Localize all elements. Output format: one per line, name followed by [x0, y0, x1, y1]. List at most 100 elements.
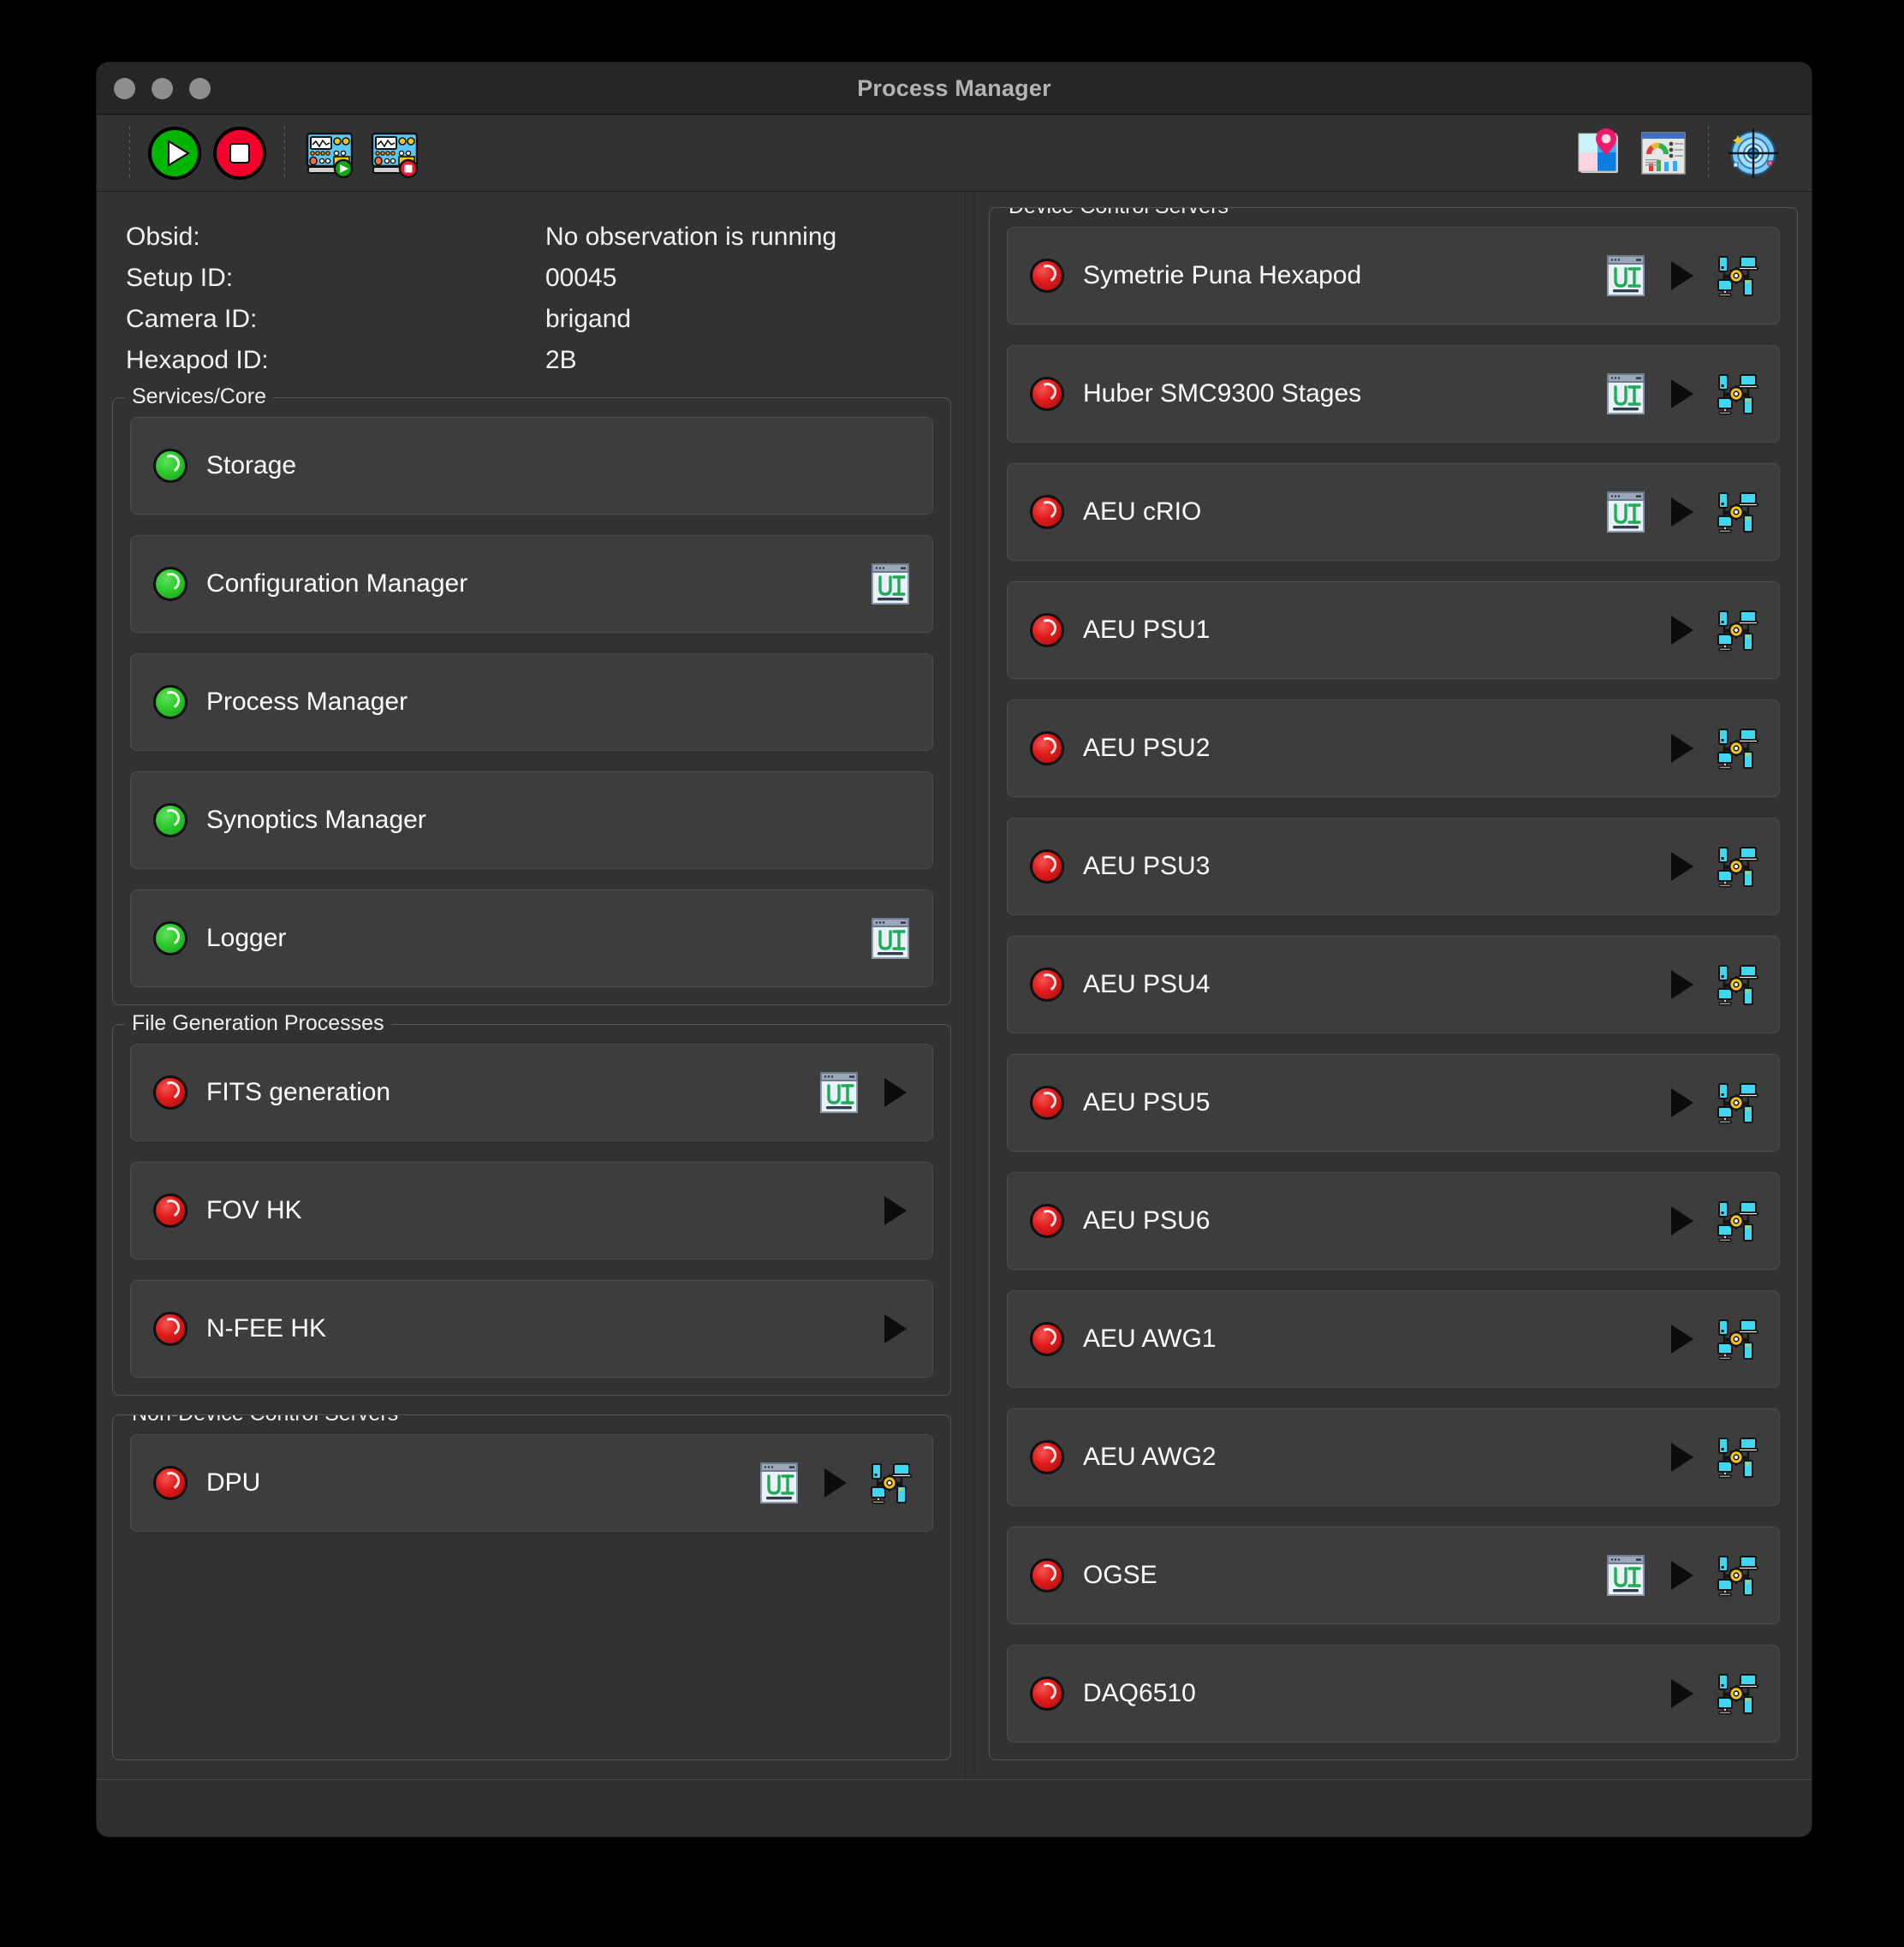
device-connection-button[interactable]	[1712, 252, 1760, 300]
row-actions	[1661, 1079, 1760, 1127]
device-connection-button[interactable]	[1712, 1551, 1760, 1599]
target-button[interactable]	[1725, 125, 1782, 182]
start-process-button[interactable]	[1661, 1319, 1700, 1359]
process-row[interactable]: N-FEE HK	[130, 1280, 933, 1378]
process-row[interactable]: FOV HK	[130, 1162, 933, 1259]
file-generation-processes-group: File Generation Processes FITS generatio…	[112, 1009, 951, 1396]
device-connection-button[interactable]	[1712, 961, 1760, 1009]
network-devices-icon	[871, 1463, 912, 1504]
process-row[interactable]: AEU PSU4	[1007, 936, 1780, 1033]
services-core-group-title: Services/Core	[125, 383, 273, 410]
services-core-list: Storage Configuration Manager Process Man…	[130, 417, 933, 987]
device-connection-button[interactable]	[1712, 1197, 1760, 1245]
process-row[interactable]: OGSE	[1007, 1527, 1780, 1624]
process-row[interactable]: DPU	[130, 1434, 933, 1532]
status-led-red	[1030, 613, 1064, 647]
status-led-red	[153, 1075, 187, 1110]
device-connection-button[interactable]	[1712, 843, 1760, 890]
row-actions	[1661, 1315, 1760, 1363]
start-process-button[interactable]	[814, 1463, 854, 1503]
network-devices-icon	[1717, 1319, 1758, 1361]
process-row[interactable]: Logger	[130, 890, 933, 987]
open-ui-button[interactable]	[1603, 489, 1649, 535]
process-row[interactable]: AEU PSU5	[1007, 1054, 1780, 1152]
process-row[interactable]: AEU AWG2	[1007, 1408, 1780, 1506]
start-process-button[interactable]	[874, 1309, 913, 1349]
process-name-label: AEU AWG1	[1083, 1325, 1217, 1353]
device-control-servers-group-title: Device Control Servers	[1002, 208, 1236, 220]
start-process-button[interactable]	[874, 1073, 913, 1112]
device-control-servers-scroll[interactable]: Symetrie Puna Hexapod Huber SMC9300 Stag…	[1007, 227, 1780, 1742]
stop-device-servers-button[interactable]	[366, 125, 423, 182]
play-triangle-icon	[1671, 379, 1693, 408]
start-process-button[interactable]	[1661, 1083, 1700, 1122]
device-connection-button[interactable]	[1712, 724, 1760, 772]
start-device-servers-button[interactable]	[301, 125, 358, 182]
stop-all-button[interactable]	[211, 125, 268, 182]
toolbar-right-group	[1566, 125, 1786, 182]
device-connection-button[interactable]	[1712, 488, 1760, 536]
panel-splitter[interactable]	[965, 192, 975, 1779]
open-ui-button[interactable]	[756, 1460, 802, 1506]
start-process-button[interactable]	[1661, 374, 1700, 414]
open-ui-button[interactable]	[1603, 371, 1649, 417]
network-devices-icon	[1717, 1201, 1758, 1242]
network-devices-icon	[1717, 256, 1758, 297]
zoom-button[interactable]	[189, 77, 211, 99]
process-row[interactable]: AEU AWG1	[1007, 1290, 1780, 1388]
start-process-button[interactable]	[1661, 1438, 1700, 1477]
start-process-button[interactable]	[874, 1191, 913, 1230]
start-process-button[interactable]	[1661, 1556, 1700, 1595]
hexapod-id-label: Hexapod ID:	[126, 346, 269, 374]
start-process-button[interactable]	[1661, 610, 1700, 650]
process-name-label: Logger	[206, 924, 287, 952]
open-ui-button[interactable]	[867, 915, 913, 962]
open-ui-button[interactable]	[816, 1069, 862, 1116]
process-row[interactable]: AEU PSU3	[1007, 818, 1780, 915]
toolbar-separator-3	[1708, 126, 1709, 180]
process-row[interactable]: Storage	[130, 417, 933, 515]
device-connection-button[interactable]	[866, 1459, 913, 1507]
close-button[interactable]	[114, 77, 135, 99]
device-connection-button[interactable]	[1712, 606, 1760, 654]
start-process-button[interactable]	[1661, 729, 1700, 768]
process-row[interactable]: Symetrie Puna Hexapod	[1007, 227, 1780, 324]
instrument-stop-icon	[371, 132, 419, 178]
process-row[interactable]: AEU PSU2	[1007, 700, 1780, 797]
start-process-button[interactable]	[1661, 492, 1700, 532]
process-row[interactable]: AEU PSU1	[1007, 581, 1780, 679]
process-row[interactable]: Huber SMC9300 Stages	[1007, 345, 1780, 443]
process-name-label: AEU AWG2	[1083, 1443, 1217, 1471]
network-devices-icon	[1717, 847, 1758, 888]
process-row[interactable]: AEU cRIO	[1007, 463, 1780, 561]
device-connection-button[interactable]	[1712, 1079, 1760, 1127]
start-process-button[interactable]	[1661, 1674, 1700, 1713]
services-core-group: Services/Core Storage Configuration Manag…	[112, 383, 951, 1005]
camera-id-value: brigand	[545, 305, 632, 333]
play-triangle-icon	[1671, 497, 1693, 527]
device-connection-button[interactable]	[1712, 370, 1760, 418]
start-process-button[interactable]	[1661, 256, 1700, 295]
process-row[interactable]: Process Manager	[130, 653, 933, 751]
toolbar-separator-2	[284, 126, 285, 180]
start-process-button[interactable]	[1661, 965, 1700, 1004]
device-connection-button[interactable]	[1712, 1315, 1760, 1363]
process-row[interactable]: DAQ6510	[1007, 1645, 1780, 1742]
process-row[interactable]: FITS generation	[130, 1044, 933, 1141]
start-process-button[interactable]	[1661, 1201, 1700, 1241]
file-generation-list: FITS generation FOV HK N-FEE HK	[130, 1044, 933, 1378]
device-connection-button[interactable]	[1712, 1433, 1760, 1481]
device-connection-button[interactable]	[1712, 1670, 1760, 1718]
process-row[interactable]: AEU PSU6	[1007, 1172, 1780, 1270]
process-row[interactable]: Configuration Manager	[130, 535, 933, 633]
start-all-button[interactable]	[146, 125, 203, 182]
minimize-button[interactable]	[152, 77, 173, 99]
start-process-button[interactable]	[1661, 847, 1700, 886]
open-ui-button[interactable]	[1603, 253, 1649, 299]
open-ui-button[interactable]	[1603, 1552, 1649, 1599]
open-ui-button[interactable]	[867, 561, 913, 607]
setup-button[interactable]	[1570, 125, 1627, 182]
process-name-label: DAQ6510	[1083, 1679, 1196, 1707]
process-row[interactable]: Synoptics Manager	[130, 771, 933, 869]
dashboard-button[interactable]	[1635, 125, 1692, 182]
